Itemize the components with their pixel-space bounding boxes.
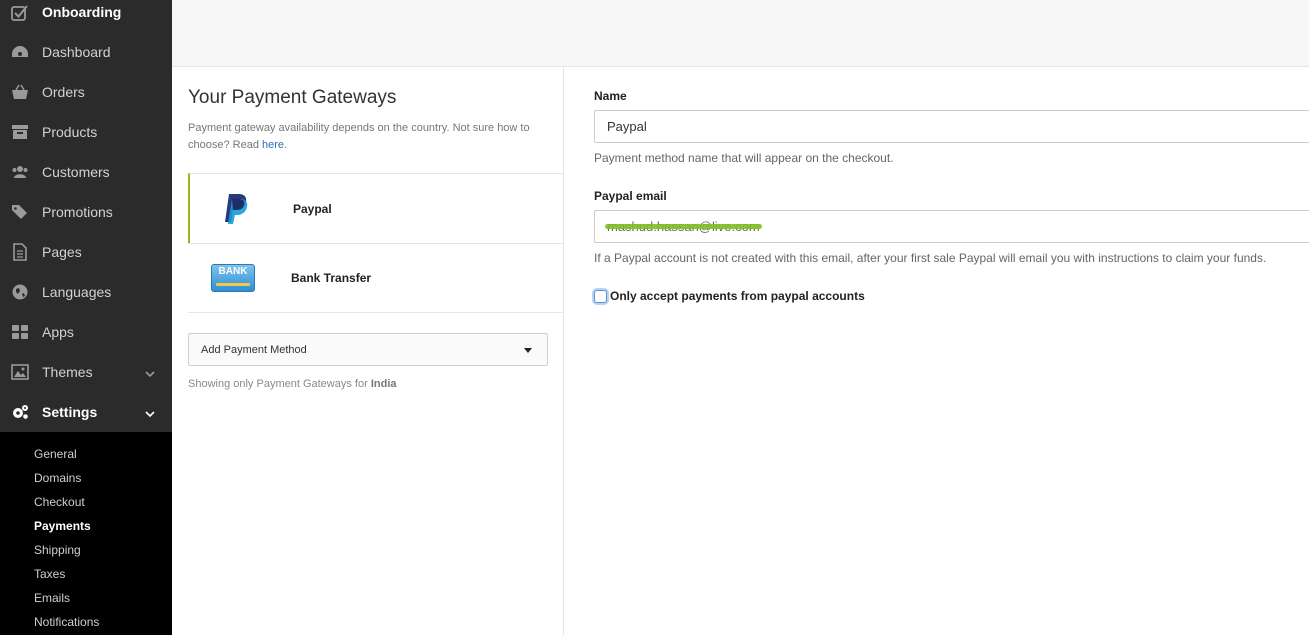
basket-icon bbox=[11, 83, 29, 101]
country-name: India bbox=[370, 378, 397, 390]
gateway-label: Paypal bbox=[293, 201, 332, 216]
email-help: If a Paypal account is not created with … bbox=[594, 251, 1267, 265]
sidebar-item-label: Pages bbox=[42, 244, 82, 260]
subnav-item-notifications[interactable]: Notifications bbox=[0, 610, 172, 634]
paypal-only-option[interactable]: Only accept payments from paypal account… bbox=[594, 289, 865, 303]
caret-down-icon bbox=[524, 348, 532, 353]
gateways-panel: Your Payment Gateways Payment gateway av… bbox=[172, 67, 564, 635]
sidebar-item-settings[interactable]: Settings bbox=[0, 392, 172, 432]
sidebar-item-onboarding[interactable]: Onboarding bbox=[0, 0, 172, 32]
top-bar bbox=[172, 0, 1309, 67]
sidebar-item-dashboard[interactable]: Dashboard bbox=[0, 32, 172, 72]
subnav-item-emails[interactable]: Emails bbox=[0, 586, 172, 610]
description-text: Payment gateway availability depends on … bbox=[188, 122, 530, 151]
sidebar: Onboarding Dashboard Orders Products Cus… bbox=[0, 0, 172, 635]
page-title: Your Payment Gateways bbox=[188, 87, 397, 108]
description-end: . bbox=[284, 139, 288, 151]
paypal-only-label: Only accept payments from paypal account… bbox=[610, 289, 865, 303]
archive-box-icon bbox=[11, 123, 29, 141]
paypal-only-checkbox[interactable] bbox=[594, 289, 607, 303]
users-icon bbox=[11, 163, 29, 181]
paypal-logo bbox=[190, 193, 280, 225]
sidebar-item-label: Apps bbox=[42, 324, 74, 340]
image-icon bbox=[11, 363, 29, 381]
sidebar-item-label: Settings bbox=[42, 404, 98, 420]
sidebar-item-label: Languages bbox=[42, 284, 112, 300]
sidebar-item-label: Orders bbox=[42, 84, 85, 100]
subnav-item-payments[interactable]: Payments bbox=[0, 514, 172, 538]
sidebar-item-label: Products bbox=[42, 124, 98, 140]
read-here-link[interactable]: here bbox=[262, 139, 284, 151]
name-label: Name bbox=[594, 89, 627, 103]
sidebar-item-pages[interactable]: Pages bbox=[0, 232, 172, 272]
name-value: Paypal bbox=[607, 119, 647, 134]
country-filter-note: Showing only Payment Gateways for India bbox=[188, 378, 397, 390]
gateway-item-paypal[interactable]: Paypal bbox=[188, 173, 564, 243]
gateway-item-bank-transfer[interactable]: BANK Bank Transfer bbox=[188, 243, 564, 313]
gateway-list: Paypal BANK Bank Transfer bbox=[188, 173, 564, 313]
sidebar-item-label: Promotions bbox=[42, 204, 113, 220]
globe-icon bbox=[11, 283, 29, 301]
sidebar-item-label: Customers bbox=[42, 164, 110, 180]
gauge-icon bbox=[11, 43, 29, 61]
add-payment-method-select[interactable]: Add Payment Method bbox=[188, 333, 548, 366]
gateways-description: Payment gateway availability depends on … bbox=[188, 120, 558, 154]
bank-logo-text: BANK bbox=[218, 266, 248, 277]
sidebar-item-label: Onboarding bbox=[42, 4, 122, 20]
name-help: Payment method name that will appear on … bbox=[594, 151, 894, 165]
gateway-label: Bank Transfer bbox=[291, 271, 372, 285]
email-value: mashud.hassan@live.com bbox=[605, 219, 762, 234]
email-field[interactable]: mashud.hassan@live.com bbox=[594, 210, 1309, 243]
sidebar-item-orders[interactable]: Orders bbox=[0, 72, 172, 112]
sidebar-item-customers[interactable]: Customers bbox=[0, 152, 172, 192]
grid-icon bbox=[11, 323, 29, 341]
chevron-down-icon[interactable] bbox=[145, 406, 155, 418]
email-label: Paypal email bbox=[594, 189, 667, 203]
settings-subnav: General Domains Checkout Payments Shippi… bbox=[0, 432, 172, 635]
add-payment-method-label: Add Payment Method bbox=[201, 343, 307, 356]
sidebar-item-apps[interactable]: Apps bbox=[0, 312, 172, 352]
page-icon bbox=[11, 243, 29, 261]
gateway-settings-form: Name Paypal Payment method name that wil… bbox=[594, 67, 1309, 635]
sidebar-item-themes[interactable]: Themes bbox=[0, 352, 172, 392]
sidebar-item-languages[interactable]: Languages bbox=[0, 272, 172, 312]
sidebar-item-label: Dashboard bbox=[42, 44, 111, 60]
sidebar-item-label: Themes bbox=[42, 364, 93, 380]
tags-icon bbox=[11, 203, 29, 221]
checkbox-icon bbox=[11, 4, 29, 22]
subnav-item-taxes[interactable]: Taxes bbox=[0, 562, 172, 586]
sidebar-item-products[interactable]: Products bbox=[0, 112, 172, 152]
subnav-item-general[interactable]: General bbox=[0, 442, 172, 466]
subnav-item-domains[interactable]: Domains bbox=[0, 466, 172, 490]
showing-text: Showing only Payment Gateways for bbox=[188, 378, 368, 390]
sidebar-item-promotions[interactable]: Promotions bbox=[0, 192, 172, 232]
subnav-item-checkout[interactable]: Checkout bbox=[0, 490, 172, 514]
subnav-item-shipping[interactable]: Shipping bbox=[0, 538, 172, 562]
name-field[interactable]: Paypal bbox=[594, 110, 1309, 143]
gears-icon bbox=[11, 403, 29, 421]
bank-logo: BANK bbox=[188, 264, 278, 292]
chevron-down-icon[interactable] bbox=[145, 366, 155, 378]
